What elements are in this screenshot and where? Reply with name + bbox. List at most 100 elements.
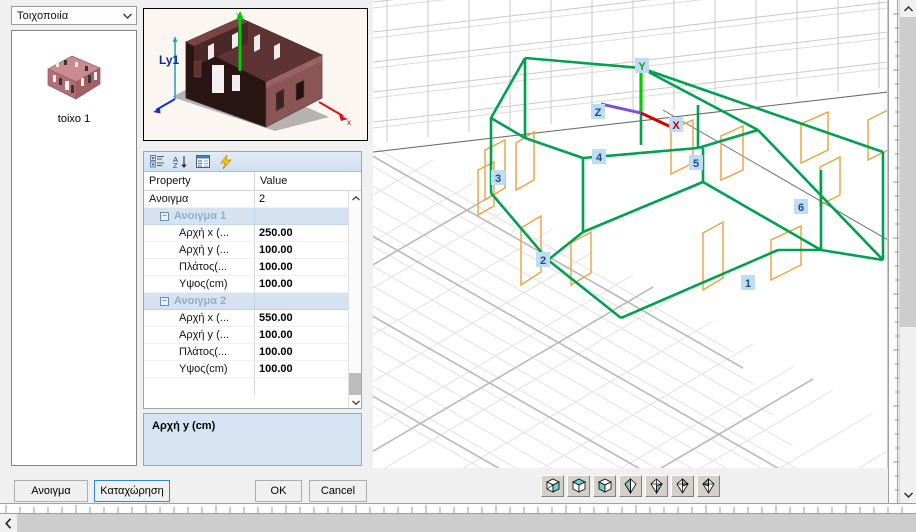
events-lightning-icon[interactable] xyxy=(218,154,234,170)
svg-text:x: x xyxy=(347,118,351,127)
property-name: Αρχή y (... xyxy=(144,242,255,258)
property-row[interactable]: Αρχή x (... 550.00 xyxy=(144,310,348,327)
property-grid[interactable]: A Z Property Value Ανοιγμα 2 − Ανοιγμα 1… xyxy=(143,151,362,409)
vertical-scrollbar[interactable] xyxy=(899,0,916,503)
wall-label-5: 5 xyxy=(689,155,703,170)
view-oct-2-button[interactable] xyxy=(645,474,668,497)
property-name-label: Αρχή y (... xyxy=(179,244,229,256)
svg-text:Z: Z xyxy=(173,161,178,169)
list-item-label: toixo 1 xyxy=(57,113,91,125)
property-row[interactable]: Πλάτος(... 100.00 xyxy=(144,259,348,276)
property-grid-toolbar: A Z xyxy=(144,152,361,172)
octahedron-1-icon xyxy=(624,477,637,494)
scroll-up-icon[interactable] xyxy=(349,191,361,205)
axis-label-z: Z xyxy=(595,107,602,119)
property-pages-icon[interactable] xyxy=(195,154,211,170)
octahedron-3-icon xyxy=(676,477,689,494)
property-row[interactable]: Υψος(cm) 100.00 xyxy=(144,361,348,378)
view-oct-1-button[interactable] xyxy=(619,474,642,497)
property-value[interactable]: 550.00 xyxy=(255,312,348,324)
svg-text:6: 6 xyxy=(798,202,804,214)
property-row-blank xyxy=(144,378,348,395)
property-grid-body: Ανοιγμα 2− Ανοιγμα 1 Αρχή x (... 250.00 Αρχή … xyxy=(144,191,361,408)
property-row[interactable]: Αρχή x (... 250.00 xyxy=(144,225,348,242)
property-row[interactable]: Υψος(cm) 100.00 xyxy=(144,276,348,293)
property-value[interactable]: 2 xyxy=(255,193,348,205)
scroll-down-icon[interactable] xyxy=(349,395,361,408)
category-combo[interactable]: Τοιχοποιία xyxy=(11,6,137,25)
property-name: Αρχή y (... xyxy=(144,327,255,343)
property-category-label: Ανοιγμα 2 xyxy=(174,295,227,307)
view-oct-3-button[interactable] xyxy=(671,474,694,497)
view-oct-4-button[interactable] xyxy=(697,474,720,497)
property-name: Ανοιγμα xyxy=(144,191,255,207)
cancel-button[interactable]: Cancel xyxy=(309,480,367,502)
property-value[interactable]: 100.00 xyxy=(255,346,348,358)
view-iso-2-button[interactable] xyxy=(567,474,590,497)
ok-button[interactable]: OK xyxy=(255,480,302,502)
property-row[interactable]: Αρχή y (... 100.00 xyxy=(144,327,348,344)
property-name xyxy=(144,378,255,395)
cube-iso-1-icon xyxy=(545,478,560,493)
alphabetical-sort-icon[interactable]: A Z xyxy=(172,154,188,170)
scroll-left-icon[interactable] xyxy=(0,514,17,532)
cube-iso-3-icon xyxy=(597,478,612,493)
property-name: Πλάτος(... xyxy=(144,259,255,275)
property-value[interactable]: 100.00 xyxy=(255,261,348,273)
wall-label-4: 4 xyxy=(592,149,606,164)
property-name-label: Αρχή y (... xyxy=(179,329,229,341)
scrollbar-thumb[interactable] xyxy=(900,17,916,327)
list-item[interactable]: toixo 1 xyxy=(12,31,136,125)
property-value[interactable]: 250.00 xyxy=(255,227,348,239)
property-value[interactable]: 100.00 xyxy=(255,278,348,290)
3d-scene: 1 2 3 4 5 6 Y Z X xyxy=(373,0,887,468)
wall-label-2: 2 xyxy=(536,252,550,267)
property-name-label: Υψος(cm) xyxy=(179,363,228,375)
3d-viewport[interactable]: 1 2 3 4 5 6 Y Z X xyxy=(373,0,888,468)
collapse-expander-icon[interactable]: − xyxy=(160,211,169,221)
horizontal-scrollbar[interactable] xyxy=(0,514,916,532)
scrollbar-thumb[interactable] xyxy=(17,514,916,532)
view-iso-3-button[interactable] xyxy=(593,474,616,497)
property-name-label: Πλάτος(... xyxy=(179,261,228,273)
categorized-icon[interactable] xyxy=(149,154,165,170)
view-iso-1-button[interactable] xyxy=(541,474,564,497)
preview-render: Ly1 Y x xyxy=(144,9,367,140)
thumbnail-list[interactable]: toixo 1 xyxy=(11,30,137,466)
property-value[interactable]: 100.00 xyxy=(255,329,348,341)
building-thumbnail-icon xyxy=(47,55,101,100)
register-button[interactable]: Καταχώρηση xyxy=(94,480,170,502)
property-name: Πλάτος(... xyxy=(144,344,255,360)
property-category-row[interactable]: − Ανοιγμα 2 xyxy=(144,293,348,310)
wall-label-3: 3 xyxy=(491,170,505,185)
property-name-label: Ανοιγμα xyxy=(149,193,189,205)
property-value[interactable]: 100.00 xyxy=(255,244,348,256)
property-category-row[interactable]: − Ανοιγμα 1 xyxy=(144,208,348,225)
property-name: Υψος(cm) xyxy=(144,276,255,292)
property-name-label: Πλάτος(... xyxy=(179,346,228,358)
property-grid-scrollbar[interactable] xyxy=(348,191,361,408)
property-grid-header: Property Value xyxy=(144,172,361,191)
column-header-value: Value xyxy=(260,175,288,187)
property-value[interactable]: 100.00 xyxy=(255,363,348,375)
collapse-expander-icon[interactable]: − xyxy=(160,296,169,306)
axis-label-x: X xyxy=(672,120,680,132)
property-row[interactable]: Ανοιγμα 2 xyxy=(144,191,348,208)
vertical-ruler xyxy=(888,0,899,503)
property-name: Αρχή x (... xyxy=(144,225,255,241)
scroll-up-icon[interactable] xyxy=(900,0,916,17)
octahedron-4-icon xyxy=(702,477,715,494)
column-header-property: Property xyxy=(144,172,255,190)
opening-button[interactable]: Ανοιγμα xyxy=(14,480,88,502)
property-description: Αρχή y (cm) xyxy=(143,413,362,466)
model-preview[interactable]: Ly1 Y x xyxy=(143,8,368,141)
chevron-down-icon[interactable] xyxy=(119,7,136,24)
horizontal-ruler xyxy=(0,503,916,515)
property-category-label: Ανοιγμα 1 xyxy=(174,210,227,222)
scrollbar-thumb[interactable] xyxy=(349,373,361,395)
scroll-down-icon[interactable] xyxy=(900,486,916,503)
wall-label-6: 6 xyxy=(794,199,808,214)
octahedron-2-icon xyxy=(650,477,663,494)
property-row[interactable]: Αρχή y (... 100.00 xyxy=(144,242,348,259)
property-row[interactable]: Πλάτος(... 100.00 xyxy=(144,344,348,361)
